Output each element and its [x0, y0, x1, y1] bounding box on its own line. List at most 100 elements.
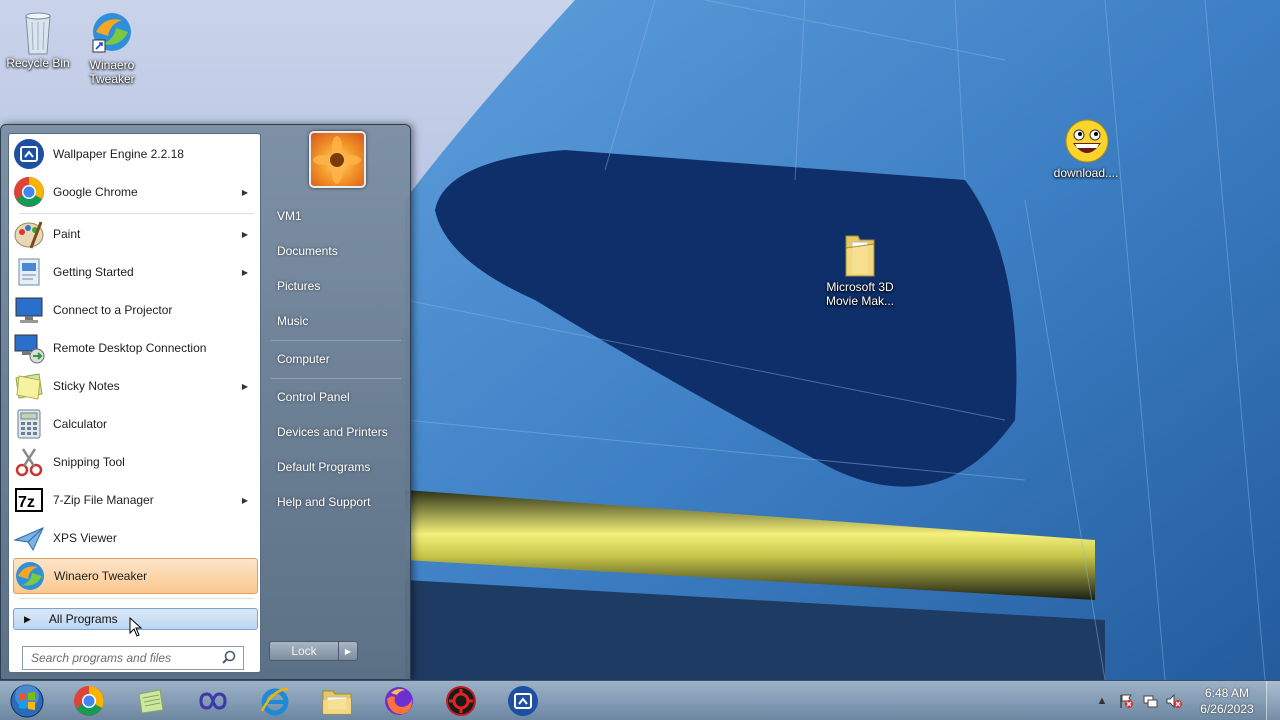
- user-avatar[interactable]: [309, 131, 366, 188]
- program-snipping-tool[interactable]: Snipping Tool: [13, 444, 258, 480]
- desktop-icon-recycle-bin[interactable]: Recycle Bin: [0, 8, 78, 70]
- program-remote-desktop[interactable]: Remote Desktop Connection: [13, 330, 258, 366]
- program-wallpaper-engine[interactable]: Wallpaper Engine 2.2.18: [13, 136, 258, 172]
- wallpaper-building: [405, 0, 1280, 680]
- desktop-icon-winaero-tweaker[interactable]: Winaero Tweaker: [72, 10, 152, 86]
- wallpaper-engine-icon: [13, 138, 45, 170]
- place-label: Help and Support: [277, 495, 371, 509]
- clock-time: 6:48 AM: [1204, 686, 1250, 700]
- submenu-arrow-icon[interactable]: ▶: [242, 230, 248, 239]
- programs-pane: Wallpaper Engine 2.2.18 Google Chrome ▶ …: [8, 133, 261, 673]
- windows-logo-icon: [10, 684, 44, 718]
- search-programs-input[interactable]: Search programs and files: [22, 646, 244, 670]
- place-pictures[interactable]: Pictures: [269, 271, 405, 301]
- start-button[interactable]: [6, 683, 48, 719]
- submenu-arrow-icon[interactable]: ▶: [242, 496, 248, 505]
- divider: [271, 378, 401, 379]
- place-label: Pictures: [277, 279, 321, 293]
- desktop-icon-label: Recycle Bin: [6, 56, 70, 70]
- getting-started-icon: [13, 256, 45, 288]
- search-icon[interactable]: [221, 650, 237, 669]
- taskbar-infinity-app[interactable]: [186, 683, 240, 719]
- winaero-tweaker-icon: [14, 560, 46, 592]
- volume-muted-icon[interactable]: [1164, 691, 1184, 711]
- svg-text:7z: 7z: [18, 494, 35, 511]
- place-music[interactable]: Music: [269, 306, 405, 336]
- desktop-icon-microsoft-3d-movie-maker[interactable]: Microsoft 3D Movie Mak...: [820, 232, 900, 308]
- internet-explorer-icon: [260, 687, 289, 716]
- taskbar-clock[interactable]: 6:48 AM 6/26/2023: [1192, 685, 1262, 717]
- place-user-folder[interactable]: VM1: [269, 201, 405, 231]
- place-default-programs[interactable]: Default Programs: [269, 452, 405, 482]
- xps-viewer-icon: [13, 522, 45, 554]
- remote-desktop-icon: [13, 332, 45, 364]
- divider: [19, 213, 254, 214]
- place-label: Devices and Printers: [277, 425, 388, 439]
- divider: [271, 340, 401, 341]
- infinity-app-icon: [199, 692, 227, 710]
- taskbar-wallpaper-engine[interactable]: [496, 683, 550, 719]
- place-computer[interactable]: Computer: [269, 344, 405, 374]
- shutdown-options-button[interactable]: ▶: [338, 641, 358, 661]
- desktop-icon-label: Winaero Tweaker: [89, 58, 135, 86]
- taskbar-file-explorer[interactable]: [310, 683, 364, 719]
- place-label: Control Panel: [277, 390, 350, 404]
- program-7zip[interactable]: 7z 7-Zip File Manager ▶: [13, 482, 258, 518]
- taskbar: ▲ 6:48 AM 6/26/2023: [0, 680, 1280, 720]
- place-devices-and-printers[interactable]: Devices and Printers: [269, 417, 405, 447]
- notepad-icon: [138, 689, 164, 714]
- program-label: Getting Started: [53, 265, 134, 279]
- lock-button[interactable]: Lock: [269, 641, 339, 661]
- program-label: Calculator: [53, 417, 108, 431]
- taskbar-internet-explorer[interactable]: [248, 683, 302, 719]
- taskbar-red-gear-app[interactable]: [434, 683, 488, 719]
- program-google-chrome[interactable]: Google Chrome ▶: [13, 174, 258, 210]
- show-hidden-icons-icon[interactable]: ▲: [1092, 691, 1112, 711]
- clock-date: 6/26/2023: [1200, 702, 1254, 716]
- desktop-icon-label: download....: [1053, 166, 1119, 180]
- desktop-icon-download[interactable]: download....: [1046, 118, 1126, 180]
- places-pane: VM1 Documents Pictures Music Computer Co…: [263, 125, 411, 681]
- program-label: Winaero Tweaker: [54, 569, 148, 583]
- show-desktop-button[interactable]: [1266, 681, 1280, 720]
- divider: [19, 598, 254, 599]
- program-connect-to-projector[interactable]: Connect to a Projector: [13, 292, 258, 328]
- program-label: Remote Desktop Connection: [53, 341, 207, 355]
- system-tray: ▲ 6:48 AM 6/26/2023: [1090, 681, 1280, 720]
- submenu-arrow-icon[interactable]: ▶: [242, 382, 248, 391]
- program-xps-viewer[interactable]: XPS Viewer: [13, 520, 258, 556]
- all-programs-label: All Programs: [48, 612, 118, 626]
- program-paint[interactable]: Paint ▶: [13, 216, 258, 252]
- mouse-cursor-icon: [129, 617, 143, 637]
- place-control-panel[interactable]: Control Panel: [269, 382, 405, 412]
- lock-label: Lock: [291, 644, 317, 658]
- projector-icon: [13, 294, 45, 326]
- place-help-and-support[interactable]: Help and Support: [269, 487, 405, 517]
- taskbar-chrome[interactable]: [62, 683, 116, 719]
- program-sticky-notes[interactable]: Sticky Notes ▶: [13, 368, 258, 404]
- submenu-arrow-icon[interactable]: ▶: [242, 268, 248, 277]
- program-calculator[interactable]: Calculator: [13, 406, 258, 442]
- taskbar-notepad[interactable]: [124, 683, 178, 719]
- snipping-tool-icon: [13, 446, 45, 478]
- file-explorer-icon: [322, 690, 352, 715]
- taskbar-firefox[interactable]: [372, 683, 426, 719]
- chrome-icon: [13, 176, 45, 208]
- sticky-notes-icon: [13, 370, 45, 402]
- program-label: Google Chrome: [53, 185, 138, 199]
- program-getting-started[interactable]: Getting Started ▶: [13, 254, 258, 290]
- winaero-tweaker-icon: [90, 10, 134, 54]
- network-icon[interactable]: [1140, 691, 1160, 711]
- program-label: Snipping Tool: [53, 455, 125, 469]
- program-label: 7-Zip File Manager: [53, 493, 154, 507]
- submenu-arrow-icon[interactable]: ▶: [242, 188, 248, 197]
- place-label: Music: [277, 314, 309, 328]
- expand-arrow-icon: ▶: [24, 613, 31, 624]
- start-menu: Wallpaper Engine 2.2.18 Google Chrome ▶ …: [0, 124, 411, 680]
- program-label: XPS Viewer: [53, 531, 117, 545]
- place-label: Default Programs: [277, 460, 371, 474]
- place-documents[interactable]: Documents: [269, 236, 405, 266]
- desktop-icon-label: Microsoft 3D Movie Mak...: [825, 280, 894, 308]
- action-center-flag-icon[interactable]: [1116, 691, 1136, 711]
- program-winaero-tweaker[interactable]: Winaero Tweaker: [13, 558, 258, 594]
